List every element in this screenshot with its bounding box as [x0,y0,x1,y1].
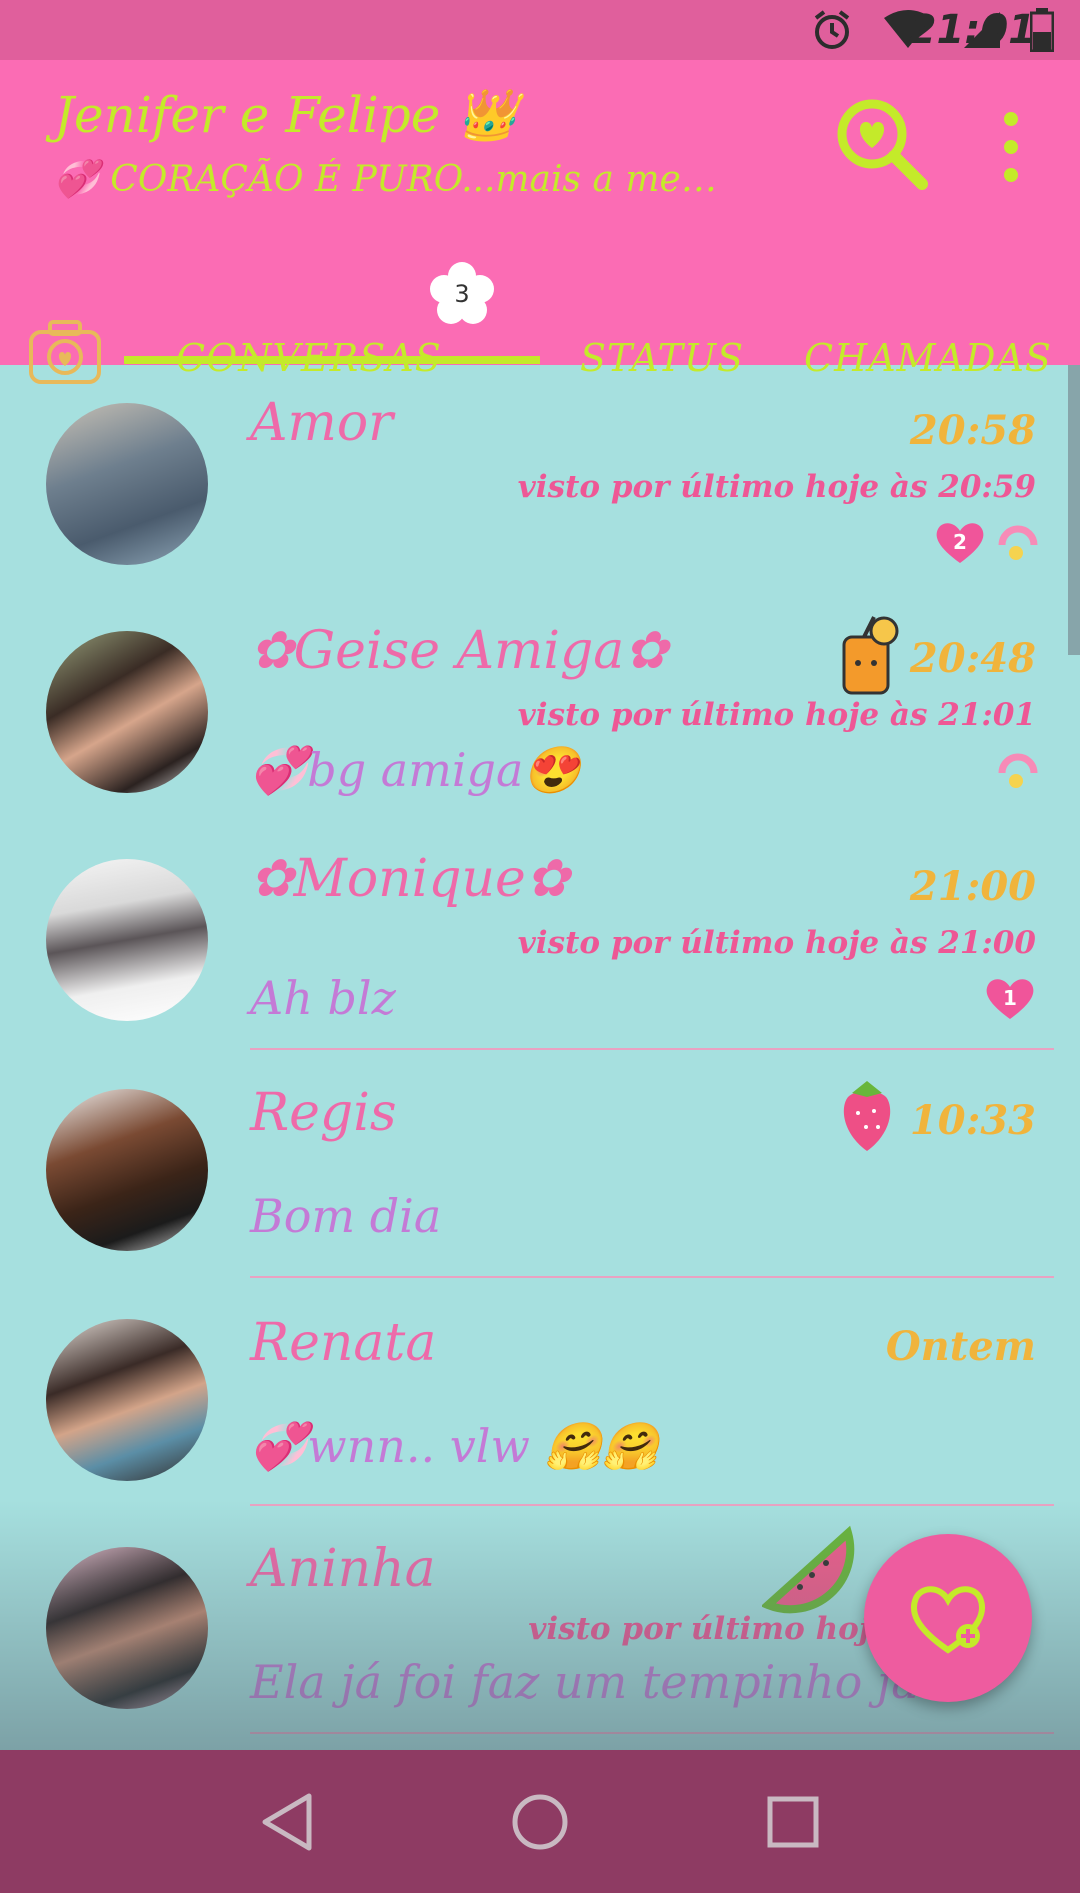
last-seen: visto por último hoj [528,1611,870,1647]
contact-name: Amor [250,393,394,453]
back-triangle-icon [262,1793,312,1850]
search-icon[interactable] [832,94,932,194]
chat-time: 21:00 [909,863,1036,910]
home-circle-icon [512,1794,568,1849]
chat-row[interactable]: ✿Monique✿ 21:00 visto por último hoje às… [0,821,1080,1051]
tab-bar: CONVERSAS STATUS CHAMADAS [0,250,1080,384]
avatar[interactable] [46,631,208,793]
last-message: 💞bg amiga😍 [250,743,581,797]
clock: 21:01 [908,7,1036,53]
chat-time: 20:58 [909,407,1036,454]
chat-app-title: Jenifer e Felipe 👑 [54,86,519,144]
muted-icon [998,525,1038,560]
overflow-menu-icon[interactable] [996,112,1026,182]
avatar[interactable] [46,1089,208,1251]
navigation-bar [0,1750,1080,1893]
active-tab-indicator [124,356,540,364]
chat-time: 20:48 [909,635,1036,682]
avatar[interactable] [46,859,208,1021]
divider [250,1732,1054,1734]
last-seen: visto por último hoje às 21:01 [517,697,1036,733]
avatar[interactable] [46,1319,208,1481]
watermelon-sticker-icon [762,1525,855,1614]
last-seen: visto por último hoje às 21:00 [517,925,1036,961]
profile-status-text: 💞 CORAÇÃO É PURO...mais a men... [54,159,734,200]
contact-name: Renata [250,1313,437,1373]
muted-icon [998,753,1038,788]
scrollbar[interactable] [1068,365,1080,655]
unread-count-badge: 3 [430,262,494,326]
back-button[interactable] [252,1787,322,1857]
status-bar: 21:01 [0,0,1080,60]
home-button[interactable] [505,1787,575,1857]
chat-row[interactable]: Renata Ontem 💞wnn.. vlw 🤗🤗 [0,1277,1080,1507]
app-bar: Jenifer e Felipe 👑 💞 CORAÇÃO É PURO...ma… [0,60,1080,384]
contact-name: Regis [250,1083,397,1143]
last-message: Ah blz [250,971,396,1025]
recents-square-icon [767,1796,819,1847]
chat-time: Ontem [885,1323,1036,1370]
unread-badge: 1 [984,975,1036,1021]
juice-sticker-icon [842,616,899,695]
heart-new-chat-icon [910,1586,986,1654]
last-message: Bom dia [250,1189,442,1243]
contact-name: ✿Monique✿ [250,849,570,909]
alarm-icon [814,10,850,49]
unread-count: 2 [953,530,967,554]
unread-count: 1 [1003,986,1017,1010]
recents-button[interactable] [758,1787,828,1857]
last-message: Ela já foi faz um tempinho já [250,1655,919,1709]
chat-time: 10:33 [909,1097,1036,1144]
new-chat-button[interactable] [864,1534,1032,1702]
last-seen: visto por último hoje às 20:59 [517,469,1036,505]
unread-badge: 2 [934,519,986,565]
avatar[interactable] [46,1547,208,1709]
chat-row[interactable]: Regis 10:33 Bom dia [0,1049,1080,1279]
avatar[interactable] [46,403,208,565]
last-message: 💞wnn.. vlw 🤗🤗 [250,1419,660,1473]
chat-row[interactable]: Amor 20:58 visto por último hoje às 20:5… [0,365,1080,595]
contact-name: Aninha [250,1539,436,1599]
unread-count: 3 [454,280,470,308]
strawberry-sticker-icon [843,1081,891,1151]
chat-row[interactable]: ✿Geise Amiga✿ 20:48 visto por último hoj… [0,593,1080,823]
contact-name: ✿Geise Amiga✿ [250,621,668,681]
